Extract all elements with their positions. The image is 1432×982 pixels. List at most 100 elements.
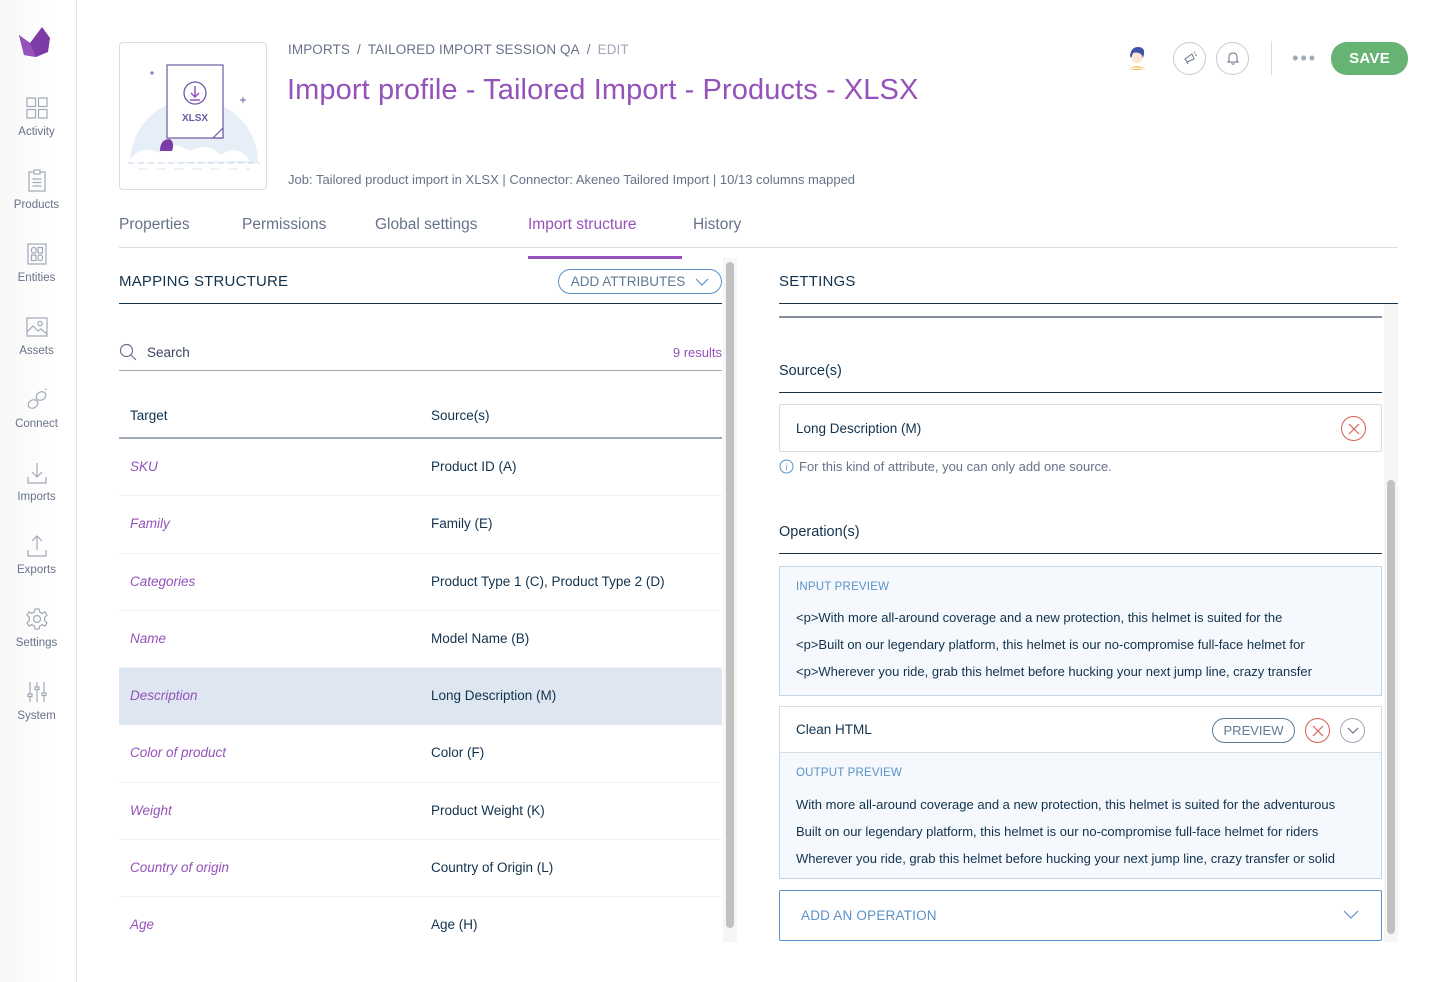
table-row[interactable]: SKU Product ID (A) (119, 439, 722, 497)
row-source: Age (H) (431, 917, 478, 933)
tab-bar: Properties Permissions Global settings I… (119, 205, 1398, 259)
main-sidebar: Activity Products Entities Assets Connec… (0, 0, 77, 982)
gear-icon (25, 608, 48, 630)
clipboard-icon (27, 169, 46, 192)
sidebar-item-label: Products (13, 199, 60, 211)
results-count: 9 results (672, 344, 722, 360)
row-source: Family (E) (431, 516, 493, 532)
tab-import-structure[interactable]: Import structure (528, 216, 682, 259)
table-row[interactable]: Color of product Color (F) (119, 725, 722, 783)
chevron-down-icon (1347, 727, 1358, 734)
column-header-sources: Source(s) (431, 408, 490, 423)
tab-properties[interactable]: Properties (119, 216, 190, 248)
close-icon (1312, 725, 1323, 736)
sidebar-item-exports[interactable]: Exports (0, 533, 73, 576)
search-icon (119, 343, 137, 361)
table-row[interactable]: Age Age (H) (119, 897, 722, 954)
sources-divider (779, 392, 1382, 393)
sidebar-item-label: Connect (15, 418, 58, 430)
save-button[interactable]: SAVE (1331, 41, 1408, 75)
svg-text:i: i (785, 462, 788, 472)
sidebar-item-label: Exports (17, 564, 56, 576)
tab-global-settings[interactable]: Global settings (375, 216, 478, 248)
settings-header-divider (779, 303, 1398, 304)
expand-operation-button[interactable] (1340, 718, 1365, 743)
row-target: Name (130, 630, 167, 646)
settings-scrollbar-thumb[interactable] (1387, 480, 1395, 934)
entities-icon (26, 243, 47, 265)
import-icon (26, 463, 47, 484)
mapping-scrollbar-thumb[interactable] (726, 262, 734, 928)
column-header-target: Target (130, 408, 168, 423)
image-icon (25, 317, 48, 337)
sidebar-item-settings[interactable]: Settings (0, 606, 73, 649)
akeneo-logo[interactable] (16, 22, 54, 60)
sidebar-item-assets[interactable]: Assets (0, 314, 73, 357)
sidebar-item-entities[interactable]: Entities (0, 241, 73, 284)
mapping-table-header: Target Source(s) (119, 398, 722, 439)
row-target: Family (130, 516, 170, 532)
row-target: Age (130, 917, 155, 933)
xlsx-file-illustration: XLSX (128, 64, 260, 170)
mapping-search: 9 results (119, 334, 722, 371)
sidebar-item-connect[interactable]: Connect (0, 387, 73, 430)
thumbnail-label: XLSX (182, 113, 208, 124)
input-preview: INPUT PREVIEW <p>With more all-around co… (779, 566, 1382, 696)
breadcrumb-separator: / (356, 42, 361, 57)
more-options-button[interactable]: ••• (1292, 49, 1317, 67)
operations-title: Operation(s) (779, 524, 860, 540)
preview-button[interactable]: PREVIEW (1212, 718, 1295, 743)
table-row[interactable]: Name Model Name (B) (119, 611, 722, 669)
row-source: Product Type 1 (C), Product Type 2 (D) (431, 573, 665, 589)
remove-operation-button[interactable] (1305, 718, 1330, 743)
link-icon (27, 388, 47, 409)
table-row[interactable]: Country of origin Country of Origin (L) (119, 840, 722, 898)
table-row[interactable]: Categories Product Type 1 (C), Product Ty… (119, 554, 722, 611)
header-divider (1271, 41, 1273, 75)
input-preview-line: <p>With more all-around coverage and a n… (796, 610, 1283, 625)
mapping-scrollbar[interactable] (723, 258, 737, 942)
page-title: Import profile - Tailored Import - Produ… (287, 74, 919, 106)
row-source: Model Name (B) (431, 630, 530, 646)
announcements-button[interactable] (1173, 41, 1207, 75)
settings-scrollbar[interactable] (1384, 304, 1398, 942)
tab-history[interactable]: History (693, 216, 741, 248)
sidebar-item-label: Assets (19, 345, 54, 357)
sidebar-item-activity[interactable]: Activity (0, 95, 73, 138)
chevron-down-icon (1343, 910, 1359, 919)
operation-label: Clean HTML (796, 722, 872, 737)
row-source: Long Description (M) (431, 688, 557, 704)
source-field: Long Description (M) (779, 404, 1382, 452)
breadcrumb-imports[interactable]: IMPORTS (288, 42, 350, 57)
remove-source-button[interactable] (1341, 416, 1366, 441)
activity-grid-icon (25, 97, 48, 119)
output-preview-label: OUTPUT PREVIEW (796, 767, 903, 779)
user-avatar[interactable] (1121, 42, 1153, 74)
source-value: Long Description (M) (796, 421, 922, 436)
table-row[interactable]: Family Family (E) (119, 496, 722, 554)
add-attributes-button[interactable]: ADD ATTRIBUTES (558, 269, 722, 294)
add-operation-dropdown[interactable]: ADD AN OPERATION (779, 890, 1382, 941)
sidebar-item-imports[interactable]: Imports (0, 460, 73, 503)
breadcrumb: IMPORTS / TAILORED IMPORT SESSION QA / EDIT (288, 42, 629, 57)
sidebar-item-label: Entities (17, 272, 56, 284)
search-input[interactable] (147, 344, 627, 360)
chevron-down-icon (695, 278, 709, 286)
mapping-structure-title: MAPPING STRUCTURE (119, 273, 289, 290)
sources-title: Source(s) (779, 363, 842, 379)
sidebar-item-products[interactable]: Products (0, 168, 73, 211)
sidebar-item-system[interactable]: System (0, 679, 73, 722)
breadcrumb-session[interactable]: TAILORED IMPORT SESSION QA (368, 42, 580, 57)
row-source: Product ID (A) (431, 459, 517, 474)
table-row-selected[interactable]: Description Long Description (M) (119, 668, 722, 726)
table-row[interactable]: Weight Product Weight (K) (119, 783, 722, 841)
info-icon: i (779, 459, 794, 474)
close-icon (1348, 423, 1359, 434)
bell-icon (1226, 52, 1239, 65)
settings-section-divider (779, 316, 1382, 318)
tab-permissions[interactable]: Permissions (242, 216, 326, 248)
add-attributes-label: ADD ATTRIBUTES (570, 274, 686, 289)
add-operation-label: ADD AN OPERATION (801, 908, 937, 923)
notifications-button[interactable] (1216, 41, 1250, 75)
output-preview: OUTPUT PREVIEW With more all-around cove… (779, 753, 1382, 879)
